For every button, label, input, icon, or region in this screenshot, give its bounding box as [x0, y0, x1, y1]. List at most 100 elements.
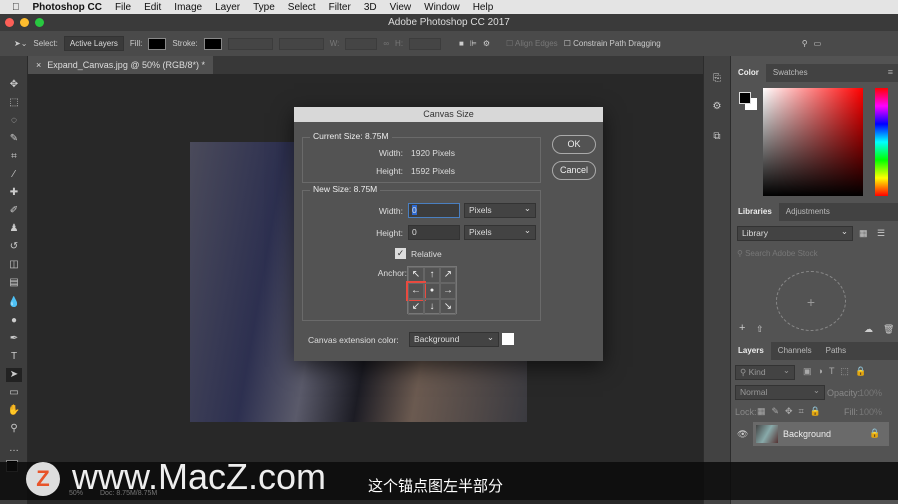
menu-view[interactable]: View — [390, 2, 412, 13]
app-menu[interactable]: Photoshop CC — [33, 2, 102, 13]
anchor-bottom-right[interactable]: ↘ — [440, 299, 456, 315]
close-window-button[interactable] — [5, 18, 14, 27]
minimize-window-button[interactable] — [20, 18, 29, 27]
paths-panel-icon[interactable]: ⧉ — [709, 130, 725, 144]
select-dropdown[interactable]: Active Layers — [63, 36, 124, 51]
panel-menu-icon[interactable]: ≡ — [888, 67, 893, 77]
list-view-icon[interactable]: ☰ — [877, 228, 885, 239]
eyedropper-tool-icon[interactable]: ⁄ — [6, 168, 22, 182]
history-brush-icon[interactable]: ↺ — [6, 240, 22, 254]
tab-libraries[interactable]: Libraries — [731, 203, 779, 221]
sync-icon[interactable]: ☁ — [864, 324, 873, 335]
layer-filter-icons[interactable]: ▣◑T⬚🔒 — [803, 366, 872, 377]
tab-adjustments[interactable]: Adjustments — [779, 203, 837, 221]
constrain-checkbox[interactable]: ☐ Constrain Path Dragging — [564, 39, 661, 48]
ok-button[interactable]: OK — [552, 135, 596, 154]
type-tool-icon[interactable]: T — [6, 350, 22, 364]
menu-image[interactable]: Image — [174, 2, 202, 13]
menu-filter[interactable]: Filter — [329, 2, 351, 13]
foreground-color[interactable] — [739, 92, 751, 104]
menu-select[interactable]: Select — [288, 2, 316, 13]
trash-icon[interactable]: 🗑 — [883, 324, 894, 335]
tab-layers[interactable]: Layers — [731, 342, 771, 360]
anchor-bottom[interactable]: ↓ — [424, 299, 440, 315]
visibility-eye-icon[interactable]: 👁 — [737, 429, 748, 440]
lock-icons[interactable]: ▦✎✥⌗🔒 — [757, 406, 827, 417]
quick-select-tool-icon[interactable]: ✎ — [6, 132, 22, 146]
lasso-tool-icon[interactable]: ◌ — [6, 114, 22, 128]
pen-tool-icon[interactable]: ✒ — [6, 332, 22, 346]
cancel-button[interactable]: Cancel — [552, 161, 596, 180]
anchor-bottom-left[interactable]: ↙ — [408, 299, 424, 315]
width-field[interactable] — [345, 37, 378, 50]
fill-swatch[interactable] — [148, 37, 167, 50]
dodge-tool-icon[interactable]: ● — [6, 314, 22, 328]
workspace-icon[interactable]: ▭ — [814, 39, 822, 48]
stroke-type-dropdown[interactable] — [278, 37, 324, 50]
properties-panel-icon[interactable]: ⚙ — [709, 100, 725, 114]
path-alignment-icon[interactable]: ⊫ — [470, 39, 477, 48]
add-library-item-icon[interactable]: + — [776, 271, 846, 331]
menu-file[interactable]: File — [115, 2, 131, 13]
extension-color-dropdown[interactable]: Background — [409, 332, 499, 347]
healing-tool-icon[interactable]: ✚ — [6, 186, 22, 200]
layer-row-background[interactable]: Background 🔒 — [753, 422, 889, 446]
blend-mode-dropdown[interactable]: Normal — [735, 385, 825, 400]
menu-layer[interactable]: Layer — [215, 2, 240, 13]
stroke-width-field[interactable] — [227, 37, 273, 50]
new-height-input[interactable]: 0 — [408, 225, 460, 240]
tab-swatches[interactable]: Swatches — [766, 64, 815, 82]
anchor-center[interactable]: ● — [424, 283, 440, 299]
eraser-tool-icon[interactable]: ◫ — [6, 258, 22, 272]
stock-search[interactable]: ⚲ Search Adobe Stock — [737, 249, 818, 258]
stamp-tool-icon[interactable]: ♟ — [6, 222, 22, 236]
status-doc-size[interactable]: Doc: 8.75M/8.75M — [100, 490, 157, 497]
marquee-tool-icon[interactable]: ⬚ — [6, 96, 22, 110]
anchor-top-right[interactable]: ↗ — [440, 267, 456, 283]
anchor-middle-left[interactable]: ← — [406, 281, 426, 301]
blur-tool-icon[interactable]: 💧 — [6, 296, 22, 310]
search-icon[interactable]: ⚲ — [802, 39, 808, 48]
align-edges-checkbox[interactable]: ☐ Align Edges — [506, 39, 558, 48]
gradient-tool-icon[interactable]: ▤ — [6, 276, 22, 290]
anchor-middle-right[interactable]: → — [440, 283, 456, 299]
new-width-input[interactable]: 0 — [408, 203, 460, 218]
history-panel-icon[interactable]: ⎘ — [709, 72, 725, 86]
anchor-top[interactable]: ↑ — [424, 267, 440, 283]
menu-edit[interactable]: Edit — [144, 2, 161, 13]
library-dropdown[interactable]: Library — [737, 226, 853, 241]
menu-help[interactable]: Help — [473, 2, 494, 13]
extension-color-swatch[interactable] — [502, 333, 514, 345]
path-arrangement-icon[interactable]: ⚙ — [483, 39, 490, 48]
upload-icon[interactable]: ⇧ — [756, 324, 764, 335]
anchor-top-left[interactable]: ↖ — [408, 267, 424, 283]
color-field[interactable] — [763, 88, 863, 196]
menu-3d[interactable]: 3D — [364, 2, 377, 13]
apple-icon[interactable]:  — [12, 2, 20, 13]
link-icon[interactable]: ∞ — [383, 39, 389, 48]
height-field[interactable] — [409, 37, 442, 50]
move-tool-icon[interactable]: ✥ — [6, 78, 22, 92]
tab-channels[interactable]: Channels — [771, 342, 819, 360]
stroke-swatch[interactable] — [203, 37, 222, 50]
rectangle-tool-icon[interactable]: ▭ — [6, 386, 22, 400]
hue-slider[interactable] — [875, 88, 888, 196]
layer-kind-filter[interactable]: ⚲ Kind — [735, 365, 795, 380]
document-tab[interactable]: × Expand_Canvas.jpg @ 50% (RGB/8*) * — [28, 56, 213, 74]
width-unit-dropdown[interactable]: Pixels — [464, 203, 536, 218]
close-tab-icon[interactable]: × — [36, 56, 41, 74]
path-selection-tool-icon[interactable]: ➤ — [6, 368, 22, 382]
move-tool-icon[interactable]: ➤⌄ — [14, 39, 27, 48]
menu-type[interactable]: Type — [253, 2, 275, 13]
more-tools-icon[interactable]: … — [6, 442, 22, 456]
opacity-value[interactable]: 100% — [859, 388, 882, 398]
crop-tool-icon[interactable]: ⌗ — [6, 150, 22, 164]
brush-tool-icon[interactable]: ✐ — [6, 204, 22, 218]
maximize-window-button[interactable] — [35, 18, 44, 27]
tab-paths[interactable]: Paths — [819, 342, 853, 360]
height-unit-dropdown[interactable]: Pixels — [464, 225, 536, 240]
add-icon[interactable]: + — [739, 322, 745, 334]
fill-value[interactable]: 100% — [859, 407, 882, 417]
zoom-tool-icon[interactable]: ⚲ — [6, 422, 22, 436]
relative-checkbox[interactable]: ✓ — [395, 248, 406, 259]
